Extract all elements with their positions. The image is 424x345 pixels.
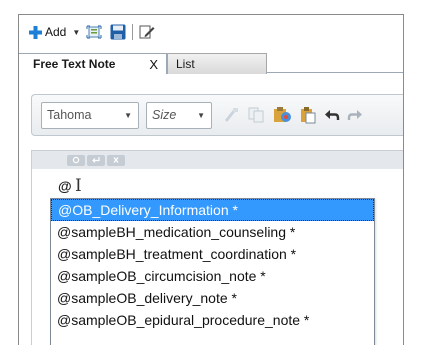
add-button-label: Add bbox=[45, 25, 67, 39]
autocomplete-item[interactable]: @sampleOB_epidural_procedure_note * bbox=[51, 309, 374, 331]
inline-mini-toolbar bbox=[32, 151, 403, 169]
format-icon-group bbox=[222, 106, 363, 124]
tab-label: Free Text Note bbox=[33, 57, 116, 71]
plus-icon bbox=[29, 25, 42, 39]
chevron-down-icon: ▼ bbox=[124, 110, 132, 120]
fit-page-icon[interactable] bbox=[86, 21, 102, 43]
dropdown-caret-icon[interactable]: ▼ bbox=[72, 28, 80, 37]
redo-icon[interactable] bbox=[347, 107, 363, 123]
save-disk-icon[interactable] bbox=[110, 21, 126, 43]
chevron-down-icon: ▼ bbox=[197, 110, 205, 120]
tab-list[interactable]: List bbox=[167, 53, 267, 74]
font-size-select[interactable]: Size ▼ bbox=[146, 101, 212, 129]
refresh-icon[interactable] bbox=[67, 154, 85, 166]
autocomplete-item[interactable]: @sampleOB_circumcision_note * bbox=[51, 265, 374, 287]
autocomplete-item[interactable]: @OB_Delivery_Information * bbox=[51, 199, 374, 221]
undo-icon[interactable] bbox=[324, 107, 340, 123]
autocomplete-dropdown: @OB_Delivery_Information * @sampleBH_med… bbox=[50, 198, 375, 345]
autocomplete-item[interactable]: @sampleBH_treatment_coordination * bbox=[51, 243, 374, 265]
close-icon[interactable] bbox=[107, 154, 125, 166]
autocomplete-item[interactable]: @sampleBH_medication_counseling * bbox=[51, 221, 374, 243]
font-family-select[interactable]: Tahoma ▼ bbox=[41, 101, 139, 129]
autocomplete-item[interactable]: @sampleOB_delivery_note * bbox=[51, 287, 374, 309]
tab-strip: Free Text Note X List bbox=[19, 49, 403, 74]
paste-special-icon[interactable] bbox=[272, 106, 292, 124]
copy-icon[interactable] bbox=[247, 106, 265, 124]
add-button[interactable]: Add ▼ bbox=[29, 21, 86, 43]
tab-free-text-note[interactable]: Free Text Note X bbox=[19, 53, 167, 74]
font-size-placeholder: Size bbox=[152, 108, 177, 122]
close-tab-icon[interactable]: X bbox=[149, 57, 158, 72]
format-painter-icon[interactable] bbox=[222, 106, 240, 124]
format-toolbar: Tahoma ▼ Size ▼ bbox=[31, 94, 403, 136]
tab-label: List bbox=[176, 57, 195, 71]
toolbar-separator bbox=[132, 24, 134, 40]
paste-icon[interactable] bbox=[299, 106, 317, 124]
main-toolbar: Add ▼ bbox=[19, 15, 403, 49]
text-cursor-icon: I bbox=[75, 176, 82, 196]
font-family-value: Tahoma bbox=[47, 108, 92, 122]
typed-text: @ bbox=[58, 178, 72, 194]
edit-note-icon[interactable] bbox=[139, 21, 155, 43]
enter-icon[interactable] bbox=[87, 154, 105, 166]
